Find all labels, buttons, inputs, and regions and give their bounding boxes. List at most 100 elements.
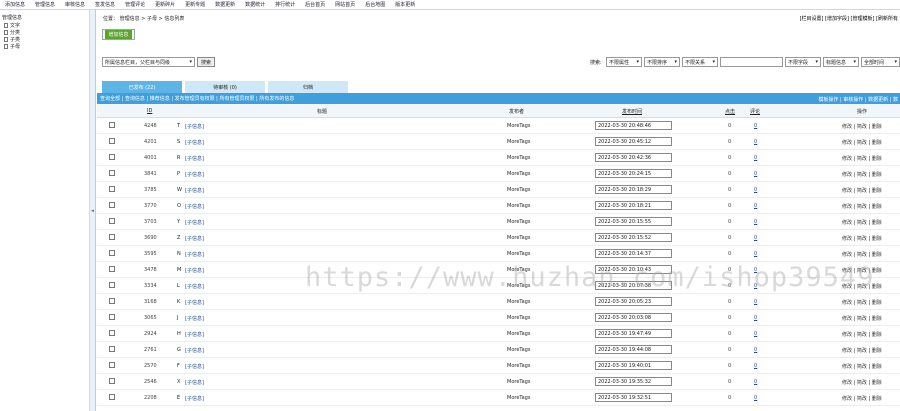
edit-link[interactable]: 修改 bbox=[842, 364, 852, 370]
row-checkbox[interactable] bbox=[109, 250, 115, 256]
quick-edit-link[interactable]: 简改 bbox=[857, 236, 867, 242]
delete-link[interactable]: 删除 bbox=[872, 332, 882, 338]
quick-edit-link[interactable]: 简改 bbox=[857, 140, 867, 146]
row-time-field[interactable]: 2022-03-30 20:24:15 bbox=[595, 169, 672, 178]
row-letter[interactable]: R bbox=[177, 155, 180, 161]
row-time-field[interactable]: 2022-03-30 19:44:08 bbox=[595, 345, 672, 354]
edit-link[interactable]: 修改 bbox=[842, 204, 852, 210]
col-clicks[interactable]: 点击 bbox=[725, 108, 735, 115]
delete-link[interactable]: 删除 bbox=[872, 300, 882, 306]
row-letter[interactable]: H bbox=[177, 331, 181, 337]
top-menu-item[interactable]: 更新专题 bbox=[180, 1, 210, 8]
quick-edit-link[interactable]: 简改 bbox=[857, 316, 867, 322]
row-tag-link[interactable]: [子信息] bbox=[185, 139, 204, 146]
delete-link[interactable]: 删除 bbox=[872, 252, 882, 258]
row-checkbox[interactable] bbox=[109, 362, 115, 368]
row-letter[interactable]: P bbox=[177, 171, 180, 177]
row-letter[interactable]: T bbox=[177, 123, 180, 129]
row-comments-link[interactable]: 0 bbox=[754, 155, 757, 161]
edit-link[interactable]: 修改 bbox=[842, 396, 852, 402]
row-checkbox[interactable] bbox=[109, 394, 115, 400]
row-tag-link[interactable]: [子信息] bbox=[185, 235, 204, 242]
delete-link[interactable]: 删除 bbox=[872, 380, 882, 386]
row-time-field[interactable]: 2022-03-30 20:18:21 bbox=[595, 201, 672, 210]
delete-link[interactable]: 删除 bbox=[872, 236, 882, 242]
row-time-field[interactable]: 2022-03-30 20:15:52 bbox=[595, 233, 672, 242]
row-comments-link[interactable]: 0 bbox=[754, 203, 757, 209]
row-comments-link[interactable]: 0 bbox=[754, 267, 757, 273]
top-menu-item[interactable]: 版本更新 bbox=[390, 1, 420, 8]
quick-edit-link[interactable]: 简改 bbox=[857, 156, 867, 162]
row-comments-link[interactable]: 0 bbox=[754, 139, 757, 145]
keyword-input[interactable] bbox=[720, 57, 783, 67]
edit-link[interactable]: 修改 bbox=[842, 332, 852, 338]
delete-link[interactable]: 删除 bbox=[872, 220, 882, 226]
row-tag-link[interactable]: [子信息] bbox=[185, 123, 204, 130]
row-checkbox[interactable] bbox=[109, 282, 115, 288]
top-menu-item[interactable]: 签发信息 bbox=[90, 1, 120, 8]
quick-edit-link[interactable]: 简改 bbox=[857, 172, 867, 178]
top-menu-item[interactable]: 网站首页 bbox=[330, 1, 360, 8]
tab-draft[interactable]: 归档 bbox=[268, 81, 348, 93]
edit-link[interactable]: 修改 bbox=[842, 140, 852, 146]
row-checkbox[interactable] bbox=[109, 346, 115, 352]
top-menu-item[interactable]: 管理信息 bbox=[30, 1, 60, 8]
row-comments-link[interactable]: 0 bbox=[754, 171, 757, 177]
top-menu-item[interactable]: 排行统计 bbox=[270, 1, 300, 8]
edit-link[interactable]: 修改 bbox=[842, 316, 852, 322]
attr-select[interactable]: 不限属性 ▾ bbox=[606, 57, 642, 67]
quick-edit-link[interactable]: 简改 bbox=[857, 220, 867, 226]
delete-link[interactable]: 删除 bbox=[872, 124, 882, 130]
row-letter[interactable]: M bbox=[177, 267, 181, 273]
row-letter[interactable]: N bbox=[177, 251, 181, 257]
row-checkbox[interactable] bbox=[109, 202, 115, 208]
title-select[interactable]: 标题信息 ▾ bbox=[823, 57, 859, 67]
sidebar-item[interactable]: 文字 bbox=[0, 22, 89, 29]
row-checkbox[interactable] bbox=[109, 122, 115, 128]
col-time[interactable]: 发布时间 bbox=[622, 108, 642, 115]
sidebar-item[interactable]: 分类 bbox=[0, 29, 89, 36]
edit-link[interactable]: 修改 bbox=[842, 124, 852, 130]
add-info-button[interactable]: 增加信息 bbox=[102, 29, 135, 40]
row-time-field[interactable]: 2022-03-30 20:18:29 bbox=[595, 185, 672, 194]
top-menu-item[interactable]: 管理评论 bbox=[120, 1, 150, 8]
row-checkbox[interactable] bbox=[109, 314, 115, 320]
quick-edit-link[interactable]: 简改 bbox=[857, 380, 867, 386]
row-time-field[interactable]: 2022-03-30 20:42:36 bbox=[595, 153, 672, 162]
row-tag-link[interactable]: [子信息] bbox=[185, 283, 204, 290]
row-comments-link[interactable]: 0 bbox=[754, 235, 757, 241]
row-comments-link[interactable]: 0 bbox=[754, 395, 757, 401]
row-letter[interactable]: J bbox=[177, 315, 178, 321]
row-letter[interactable]: O bbox=[177, 203, 181, 209]
row-checkbox[interactable] bbox=[109, 298, 115, 304]
quick-edit-link[interactable]: 简改 bbox=[857, 348, 867, 354]
edit-link[interactable]: 修改 bbox=[842, 220, 852, 226]
row-checkbox[interactable] bbox=[109, 138, 115, 144]
tab-published[interactable]: 已发布 (22) bbox=[102, 81, 182, 93]
row-checkbox[interactable] bbox=[109, 154, 115, 160]
edit-link[interactable]: 修改 bbox=[842, 284, 852, 290]
row-comments-link[interactable]: 0 bbox=[754, 283, 757, 289]
row-comments-link[interactable]: 0 bbox=[754, 187, 757, 193]
row-checkbox[interactable] bbox=[109, 218, 115, 224]
delete-link[interactable]: 删除 bbox=[872, 284, 882, 290]
edit-link[interactable]: 修改 bbox=[842, 300, 852, 306]
top-right-links[interactable]: [栏目设置] [增加字段] [管理模板] [刷新所有 bbox=[800, 15, 898, 22]
col-id[interactable]: ID bbox=[147, 108, 152, 114]
delete-link[interactable]: 删除 bbox=[872, 396, 882, 402]
edit-link[interactable]: 修改 bbox=[842, 348, 852, 354]
top-menu-item[interactable]: 数据统计 bbox=[240, 1, 270, 8]
top-menu-item[interactable]: 更新碎片 bbox=[150, 1, 180, 8]
row-tag-link[interactable]: [子信息] bbox=[185, 219, 204, 226]
delete-link[interactable]: 删除 bbox=[872, 156, 882, 162]
sidebar-collapse-handle[interactable]: ◂ bbox=[90, 10, 96, 411]
quick-edit-link[interactable]: 简改 bbox=[857, 268, 867, 274]
row-letter[interactable]: E bbox=[177, 395, 180, 401]
row-time-field[interactable]: 2022-03-30 20:15:55 bbox=[595, 217, 672, 226]
row-time-field[interactable]: 2022-03-30 20:03:08 bbox=[595, 313, 672, 322]
row-checkbox[interactable] bbox=[109, 330, 115, 336]
row-letter[interactable]: X bbox=[177, 379, 180, 385]
row-time-field[interactable]: 2022-03-30 20:48:46 bbox=[595, 121, 672, 130]
edit-link[interactable]: 修改 bbox=[842, 268, 852, 274]
row-time-field[interactable]: 2022-03-30 19:32:51 bbox=[595, 393, 672, 402]
